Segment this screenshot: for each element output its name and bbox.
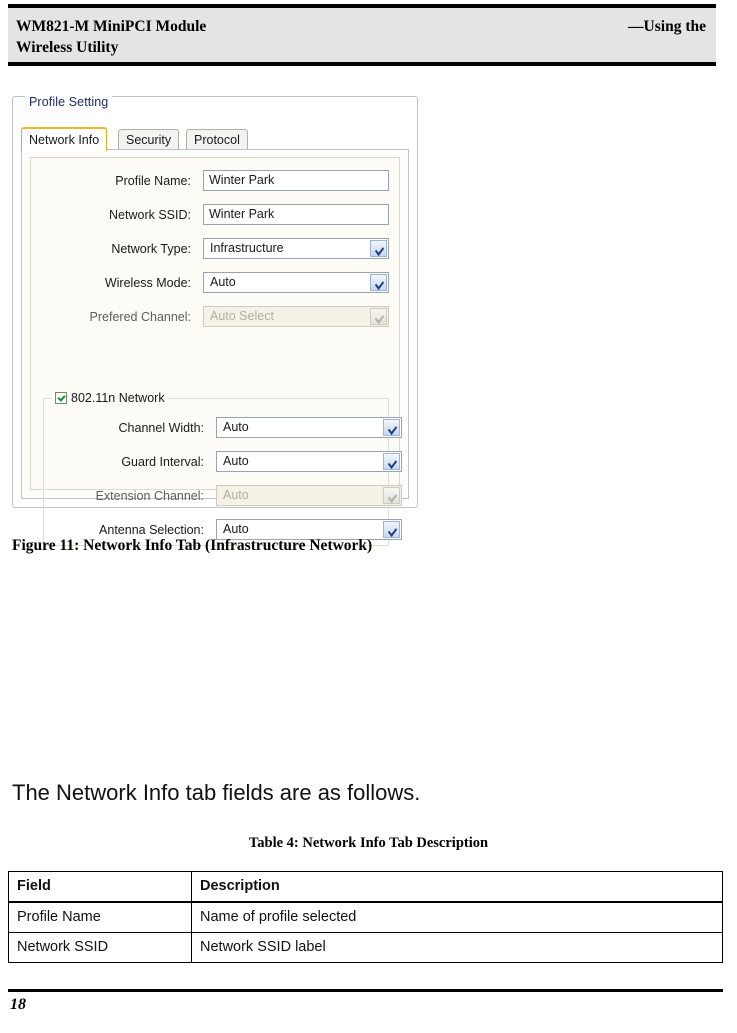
label-network-type: Network Type:	[111, 242, 191, 256]
body-paragraph: The Network Info tab fields are as follo…	[12, 780, 421, 805]
chevron-down-icon[interactable]	[370, 274, 387, 291]
figure-caption: Figure 11: Network Info Tab (Infrastruct…	[12, 537, 373, 554]
chevron-down-icon[interactable]	[383, 419, 400, 436]
select-network-type[interactable]: Infrastructure	[203, 238, 389, 259]
label-profile-name: Profile Name:	[115, 174, 191, 188]
footer-divider	[8, 989, 723, 992]
select-wireless-mode-value: Auto	[210, 275, 236, 289]
profile-setting-groupbox: Profile Setting Network Info Security Pr…	[12, 95, 418, 546]
table-cell-field: Network SSID	[8, 932, 192, 963]
chevron-down-icon	[370, 308, 387, 325]
select-antenna-selection-value: Auto	[223, 522, 249, 536]
table-cell-field: Profile Name	[8, 901, 192, 933]
label-prefered-channel: Prefered Channel:	[89, 310, 191, 324]
chevron-down-icon[interactable]	[383, 453, 400, 470]
dot11n-network-groupbox: 802.11n Network Channel Width: Auto Guar…	[43, 390, 402, 549]
select-extension-channel: Auto	[216, 485, 402, 506]
label-antenna-selection: Antenna Selection:	[99, 523, 204, 537]
page-number: 18	[10, 996, 26, 1013]
field-row-profile-name: Profile Name: Winter Park	[31, 166, 399, 200]
table-cell-description: Name of profile selected	[191, 901, 723, 933]
field-row-prefered-channel: Prefered Channel: Auto Select	[31, 302, 399, 336]
select-prefered-channel: Auto Select	[203, 306, 389, 327]
field-row-network-type: Network Type: Infrastructure	[31, 234, 399, 268]
select-wireless-mode[interactable]: Auto	[203, 272, 389, 293]
dot11n-form: Channel Width: Auto Guard Interval: Auto	[44, 413, 402, 549]
table-row: Network SSID Network SSID label	[8, 932, 723, 963]
select-guard-interval[interactable]: Auto	[216, 451, 402, 472]
field-row-wireless-mode: Wireless Mode: Auto	[31, 268, 399, 302]
select-guard-interval-value: Auto	[223, 454, 249, 468]
network-info-form: Profile Name: Winter Park Network SSID: …	[31, 166, 399, 336]
input-profile-name[interactable]: Winter Park	[203, 170, 389, 191]
input-network-ssid-value: Winter Park	[209, 207, 275, 221]
label-network-ssid: Network SSID:	[109, 208, 191, 222]
chevron-down-icon[interactable]	[383, 521, 400, 538]
header-title-right: —Using the	[628, 18, 706, 35]
dot11n-network-groupbox-label[interactable]: 802.11n Network	[52, 390, 168, 406]
tab-body-network-info: Profile Name: Winter Park Network SSID: …	[21, 149, 409, 546]
profile-setting-groupbox-label: Profile Setting	[25, 95, 113, 109]
header-title-left-line2: Wireless Utility	[16, 39, 119, 56]
select-extension-channel-value: Auto	[223, 488, 249, 502]
select-prefered-channel-value: Auto Select	[210, 309, 274, 323]
table-header-description: Description	[191, 871, 723, 903]
network-info-panel: Profile Name: Winter Park Network SSID: …	[30, 157, 402, 546]
input-profile-name-value: Winter Park	[209, 173, 275, 187]
tab-network-info[interactable]: Network Info	[21, 127, 108, 151]
label-extension-channel: Extension Channel:	[95, 489, 204, 503]
label-wireless-mode: Wireless Mode:	[104, 276, 191, 290]
table-row: Profile Name Name of profile selected	[8, 901, 723, 933]
chevron-down-icon	[383, 487, 400, 504]
tab-protocol[interactable]: Protocol	[186, 129, 248, 150]
table-title: Table 4: Network Info Tab Description	[248, 835, 489, 851]
field-row-guard-interval: Guard Interval: Auto	[44, 447, 402, 481]
select-channel-width-value: Auto	[223, 420, 249, 434]
field-row-channel-width: Channel Width: Auto	[44, 413, 402, 447]
select-network-type-value: Infrastructure	[210, 241, 284, 255]
profile-setting-dialog-screenshot: Profile Setting Network Info Security Pr…	[12, 90, 424, 546]
field-row-extension-channel: Extension Channel: Auto	[44, 481, 402, 515]
network-info-description-table: Field Description Profile Name Name of p…	[8, 871, 723, 963]
field-row-network-ssid: Network SSID: Winter Park	[31, 200, 399, 234]
checkbox-checked-icon[interactable]	[55, 392, 67, 404]
tab-security[interactable]: Security	[118, 129, 180, 150]
page-running-header: WM821-M MiniPCI Module Wireless Utility …	[8, 4, 716, 66]
label-guard-interval: Guard Interval:	[121, 455, 204, 469]
header-title-left-line1: WM821-M MiniPCI Module	[16, 18, 207, 35]
dot11n-network-label-text: 802.11n Network	[71, 391, 165, 405]
input-network-ssid[interactable]: Winter Park	[203, 204, 389, 225]
header-title-left: WM821-M MiniPCI Module Wireless Utility	[16, 16, 436, 58]
table-header-row: Field Description	[8, 871, 723, 903]
chevron-down-icon[interactable]	[370, 240, 387, 257]
table-cell-description: Network SSID label	[191, 932, 723, 963]
tab-strip: Network Info Security Protocol	[21, 127, 411, 151]
table-header-field: Field	[8, 871, 192, 903]
select-channel-width[interactable]: Auto	[216, 417, 402, 438]
label-channel-width: Channel Width:	[118, 421, 204, 435]
